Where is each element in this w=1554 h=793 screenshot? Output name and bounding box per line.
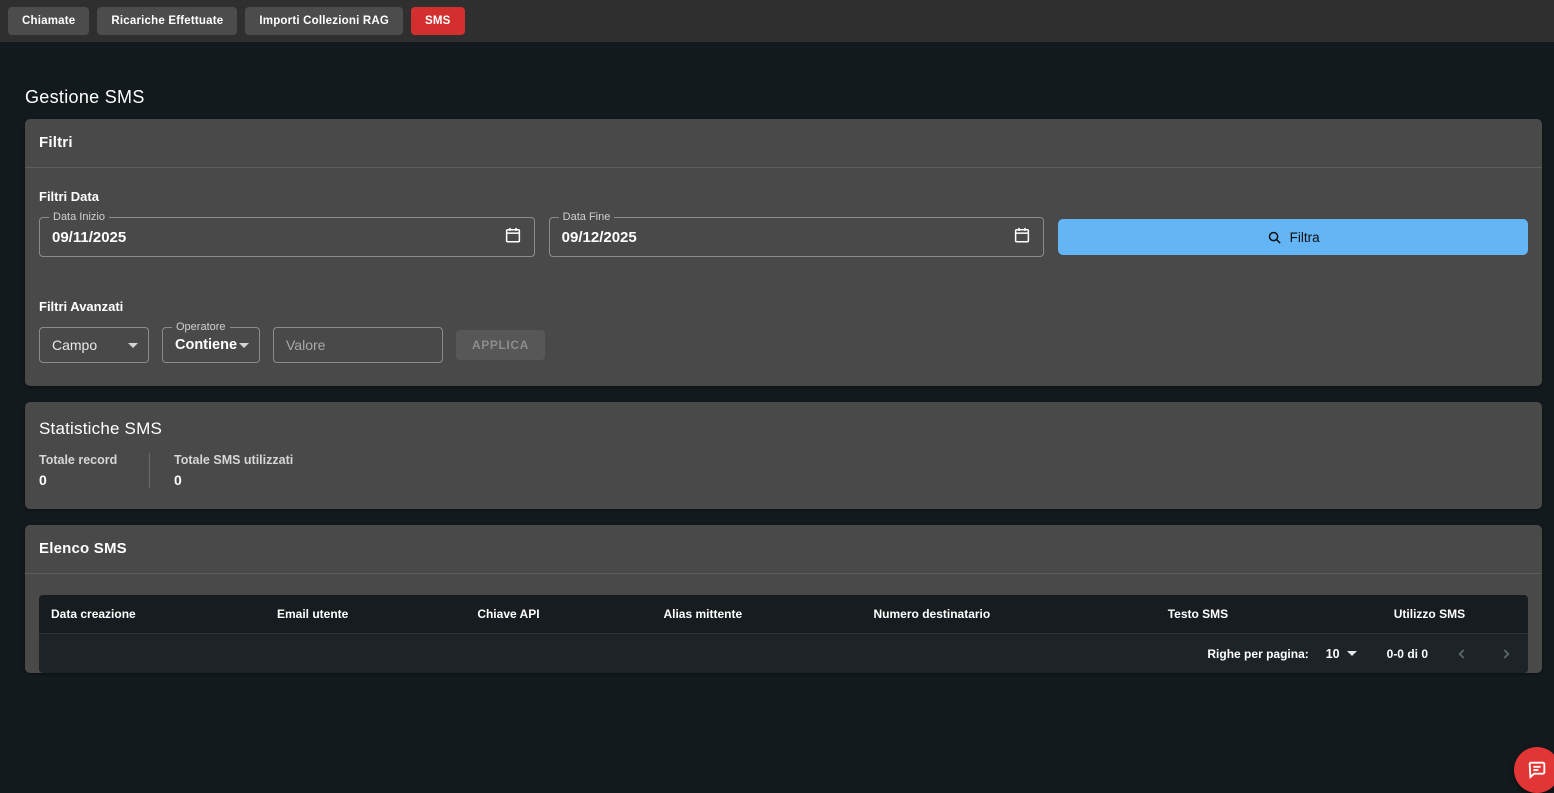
stat-total-records-value: 0 [39, 472, 125, 488]
nav-button-chiamate[interactable]: Chiamate [8, 7, 89, 35]
column-header-utilizzo-sms: Utilizzo SMS [1382, 607, 1528, 621]
operator-select-value: Contiene [175, 337, 237, 353]
column-header-email-utente: Email utente [265, 607, 465, 621]
end-date-label: Data Fine [559, 211, 615, 224]
end-date-value[interactable]: 09/12/2025 [562, 229, 1014, 246]
stat-total-sms-used-label: Totale SMS utilizzati [174, 453, 293, 467]
filter-button[interactable]: Filtra [1058, 219, 1528, 255]
column-header-data-creazione: Data creazione [39, 607, 265, 621]
chevron-left-icon [1454, 646, 1470, 662]
rows-per-page-value: 10 [1326, 647, 1340, 661]
calendar-icon[interactable] [504, 226, 522, 249]
sms-table: Data creazione Email utente Chiave API A… [39, 595, 1528, 673]
nav-button-ricariche-effettuate[interactable]: Ricariche Effettuate [97, 7, 237, 35]
pagination-next-button[interactable] [1496, 644, 1516, 664]
rows-per-page-select[interactable]: 10 [1326, 647, 1357, 661]
column-header-numero-destinatario: Numero destinatario [862, 607, 1156, 621]
pagination-range-label: 0-0 di 0 [1387, 647, 1428, 661]
filter-button-label: Filtra [1290, 230, 1320, 245]
column-header-alias-mittente: Alias mittente [651, 607, 861, 621]
nav-button-importi-collezioni-rag[interactable]: Importi Collezioni RAG [245, 7, 403, 35]
rows-per-page-label: Righe per pagina: [1207, 647, 1308, 661]
start-date-field[interactable]: Data Inizio 09/11/2025 [39, 217, 535, 257]
sms-table-header-row: Data creazione Email utente Chiave API A… [39, 595, 1528, 633]
main-content: Gestione SMS Filtri Filtri Data Data Ini… [0, 87, 1554, 673]
start-date-value[interactable]: 09/11/2025 [52, 229, 504, 246]
caret-down-icon [1347, 651, 1357, 656]
calendar-icon[interactable] [1013, 226, 1031, 249]
filters-card-title: Filtri [39, 134, 1528, 151]
advanced-filters-heading: Filtri Avanzati [39, 299, 1528, 314]
start-date-label: Data Inizio [49, 211, 109, 224]
pagination-prev-button[interactable] [1452, 644, 1472, 664]
nav-button-sms-active[interactable]: SMS [411, 7, 465, 35]
field-select-value: Campo [52, 337, 97, 353]
date-filters-heading: Filtri Data [39, 189, 1528, 204]
stat-total-sms-used: Totale SMS utilizzati 0 [174, 453, 293, 488]
sms-list-card-divider [25, 573, 1542, 574]
apply-button[interactable]: APPLICA [456, 330, 545, 360]
stat-total-records: Totale record 0 [39, 453, 125, 488]
operator-select[interactable]: Operatore Contiene [162, 327, 260, 363]
field-select[interactable]: Campo [39, 327, 149, 363]
caret-down-icon [239, 343, 249, 348]
sms-table-pagination-row: Righe per pagina: 10 0-0 di 0 [39, 633, 1528, 673]
caret-down-icon [128, 343, 138, 348]
search-icon [1267, 230, 1282, 245]
stats-vertical-divider [149, 453, 150, 488]
stats-card: Statistiche SMS Totale record 0 Totale S… [25, 402, 1542, 509]
column-header-chiave-api: Chiave API [465, 607, 651, 621]
stats-card-title: Statistiche SMS [39, 419, 1528, 439]
chat-fab-button[interactable] [1514, 747, 1554, 793]
page-title: Gestione SMS [25, 87, 1542, 108]
chat-bubble-icon [1526, 759, 1548, 781]
stat-total-sms-used-value: 0 [174, 472, 293, 488]
sms-list-card-title: Elenco SMS [39, 540, 1528, 557]
stat-total-records-label: Totale record [39, 453, 125, 467]
value-input[interactable] [273, 327, 443, 363]
filters-card: Filtri Filtri Data Data Inizio 09/11/202… [25, 119, 1542, 386]
column-header-testo-sms: Testo SMS [1156, 607, 1382, 621]
top-nav-bar: Chiamate Ricariche Effettuate Importi Co… [0, 0, 1554, 42]
end-date-field[interactable]: Data Fine 09/12/2025 [549, 217, 1045, 257]
chevron-right-icon [1498, 646, 1514, 662]
sms-list-card: Elenco SMS Data creazione Email utente C… [25, 525, 1542, 673]
operator-select-label: Operatore [172, 321, 230, 334]
